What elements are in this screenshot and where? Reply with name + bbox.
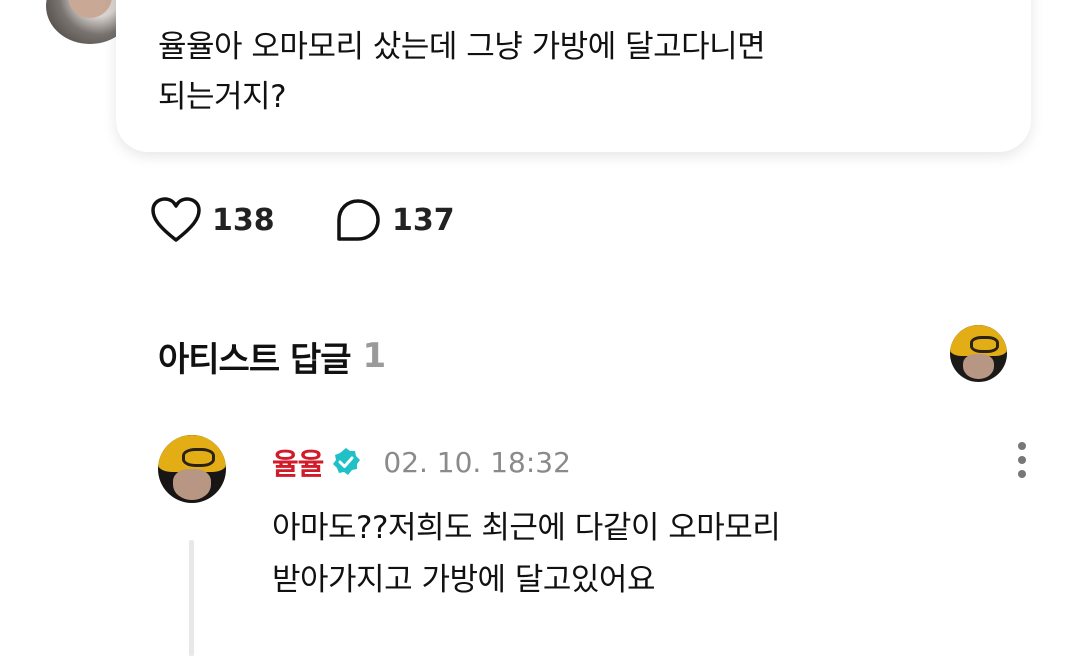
post-text-line: 율율아 오마모리 샀는데 그냥 가방에 달고다니면 xyxy=(158,29,766,65)
heart-outline-icon xyxy=(151,197,201,242)
speech-bubble-icon xyxy=(337,199,380,241)
artist-replies-title: 아티스트 답글 xyxy=(158,339,352,380)
reply-thread-line xyxy=(189,540,194,656)
reply-author-avatar[interactable] xyxy=(158,435,226,503)
reply-author-name[interactable]: 율율 xyxy=(272,441,324,483)
like-button[interactable]: 138 xyxy=(150,190,275,250)
artist-replies-count: 1 xyxy=(362,336,387,376)
reply-header: 율율 02. 10. 18:32 xyxy=(272,440,571,484)
comment-button[interactable]: 137 xyxy=(334,190,455,250)
more-vertical-icon xyxy=(1018,442,1026,450)
reply-text-line: 아마도??저희도 최근에 다같이 오마모리 xyxy=(272,510,781,546)
artist-avatar[interactable] xyxy=(950,325,1007,382)
post-text: 율율아 오마모리 샀는데 그냥 가방에 달고다니면 되는거지? xyxy=(158,22,978,122)
verified-badge-icon xyxy=(333,448,361,475)
reply-text: 아마도??저희도 최근에 다같이 오마모리 받아가지고 가방에 달고있어요 xyxy=(272,502,972,606)
more-vertical-icon-dot xyxy=(1018,470,1026,478)
comment-thread: 율율아 오마모리 샀는데 그냥 가방에 달고다니면 되는거지? 138 137 … xyxy=(0,0,1080,656)
reply-timestamp: 02. 10. 18:32 xyxy=(383,445,571,479)
artist-replies-header: 아티스트 답글 1 xyxy=(158,328,387,384)
post-text-line: 되는거지? xyxy=(158,79,287,115)
more-vertical-icon-dot xyxy=(1018,456,1026,464)
comment-count: 137 xyxy=(392,202,455,238)
reply-text-line: 받아가지고 가방에 달고있어요 xyxy=(272,562,655,598)
more-options-button[interactable] xyxy=(1008,440,1036,480)
like-count: 138 xyxy=(212,202,275,238)
